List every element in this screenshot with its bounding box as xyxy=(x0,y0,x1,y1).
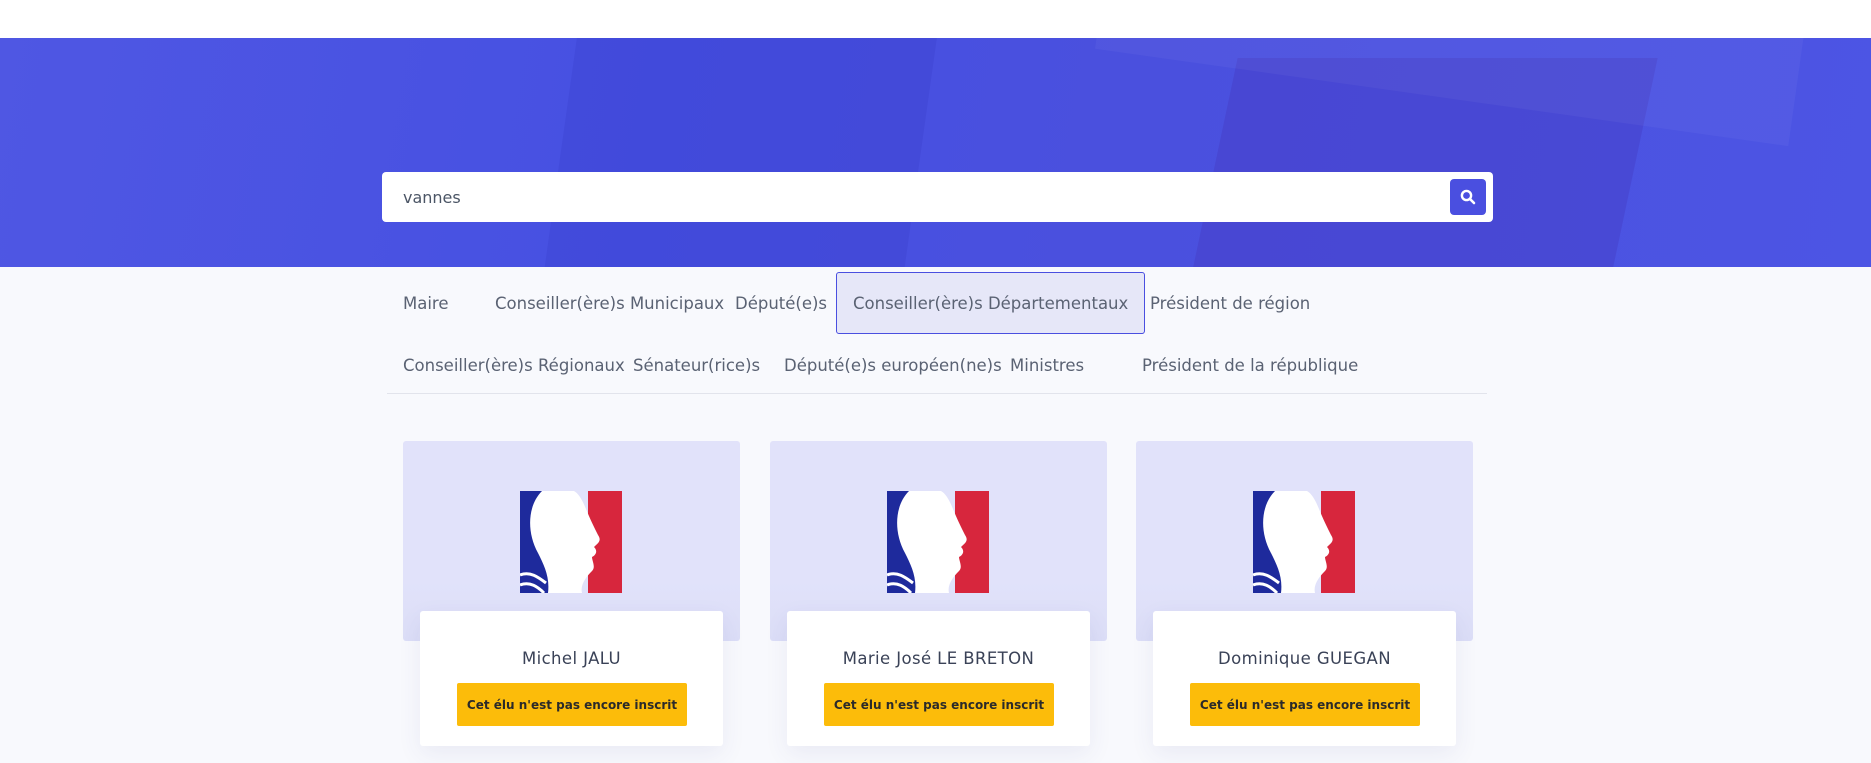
top-bar xyxy=(0,0,1871,38)
search-button[interactable] xyxy=(1450,179,1486,215)
elected-official-card: Dominique GUEGAN Cet élu n'est pas encor… xyxy=(1136,441,1473,763)
tab-president-de-la-republique[interactable]: Président de la république xyxy=(1126,334,1374,396)
hero-banner xyxy=(0,38,1871,267)
official-name: Marie José LE BRETON xyxy=(842,649,1035,668)
marianne-logo-icon xyxy=(887,491,989,593)
tab-president-de-region[interactable]: Président de région xyxy=(1134,272,1326,334)
official-name: Dominique GUEGAN xyxy=(1218,649,1391,668)
tab-conseillers-municipaux[interactable]: Conseiller(ère)s Municipaux xyxy=(479,272,740,334)
hero-decoration xyxy=(537,38,943,267)
search-bar xyxy=(382,172,1493,222)
elected-official-card: Michel JALU Cet élu n'est pas encore ins… xyxy=(403,441,740,763)
mandate-tabs: Maire Conseiller(ère)s Municipaux Député… xyxy=(387,272,1487,394)
search-icon xyxy=(1460,189,1476,205)
marianne-logo-icon xyxy=(1253,491,1355,593)
tab-ministres[interactable]: Ministres xyxy=(994,334,1100,396)
marianne-logo-icon xyxy=(520,491,622,593)
not-registered-button[interactable]: Cet élu n'est pas encore inscrit xyxy=(457,683,687,726)
card-info: Marie José LE BRETON Cet élu n'est pas e… xyxy=(787,611,1090,746)
official-name: Michel JALU xyxy=(521,649,622,668)
tab-conseillers-regionaux[interactable]: Conseiller(ère)s Régionaux xyxy=(387,334,641,396)
tab-deputes[interactable]: Député(e)s xyxy=(719,272,843,334)
search-input[interactable] xyxy=(382,172,1432,222)
tab-senateurs[interactable]: Sénateur(rice)s xyxy=(617,334,776,396)
card-info: Michel JALU Cet élu n'est pas encore ins… xyxy=(420,611,723,746)
elected-official-card: Marie José LE BRETON Cet élu n'est pas e… xyxy=(770,441,1107,763)
tab-deputes-europeens[interactable]: Député(e)s européen(ne)s xyxy=(768,334,1018,396)
tab-conseillers-departementaux[interactable]: Conseiller(ère)s Départementaux xyxy=(836,272,1146,334)
tab-maire[interactable]: Maire xyxy=(387,272,465,334)
not-registered-button[interactable]: Cet élu n'est pas encore inscrit xyxy=(1190,683,1420,726)
not-registered-button[interactable]: Cet élu n'est pas encore inscrit xyxy=(824,683,1054,726)
card-info: Dominique GUEGAN Cet élu n'est pas encor… xyxy=(1153,611,1456,746)
